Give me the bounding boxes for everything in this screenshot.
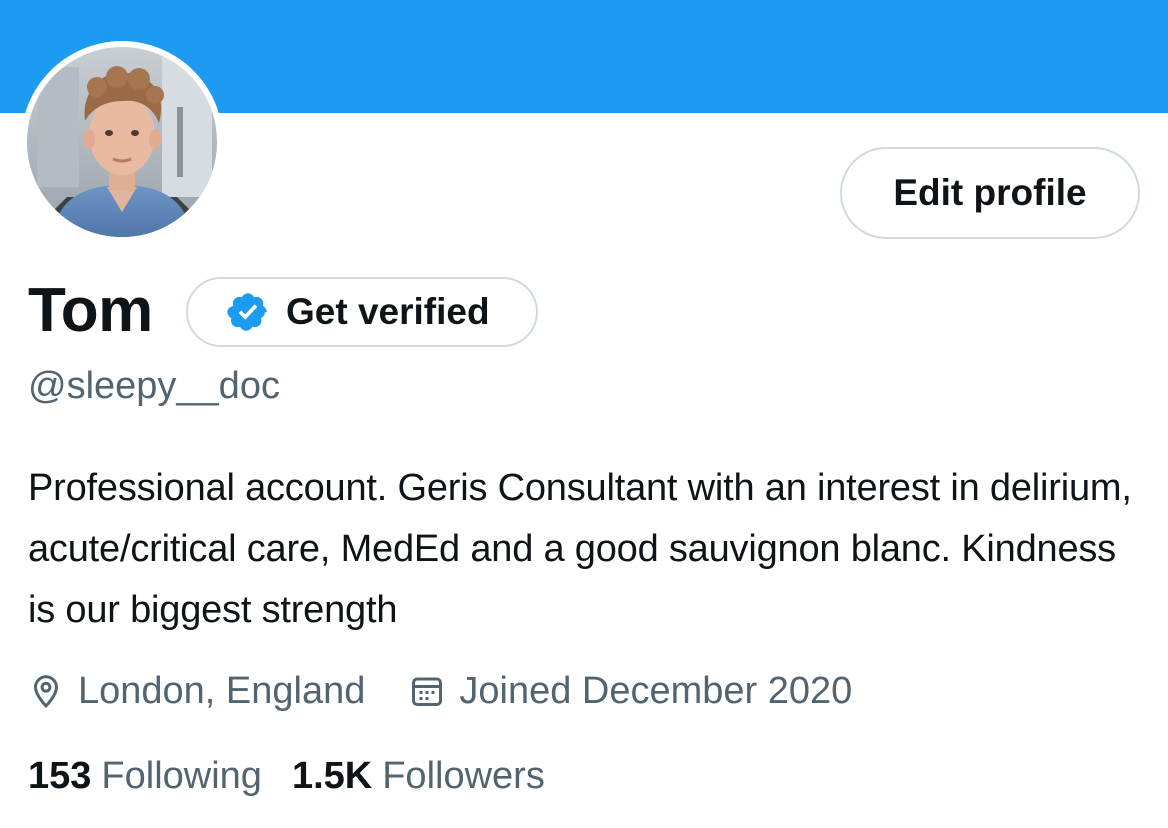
following-count: 153 <box>28 754 92 797</box>
get-verified-label: Get verified <box>286 291 490 332</box>
profile-stats: 153 Following 1.5K Followers <box>28 752 545 800</box>
display-name: Tom <box>28 276 153 345</box>
user-handle: @sleepy__doc <box>28 365 280 407</box>
following-label: Following <box>101 754 262 797</box>
verified-badge-icon <box>227 293 267 331</box>
followers-link[interactable]: 1.5K Followers <box>292 755 545 798</box>
joined-item: Joined December 2020 <box>409 670 852 713</box>
location-pin-icon <box>33 675 59 709</box>
followers-count: 1.5K <box>291 754 373 797</box>
followers-label: Followers <box>382 754 545 797</box>
get-verified-button[interactable]: Get verified <box>186 277 538 347</box>
joined-text: Joined December 2020 <box>459 669 853 712</box>
location-item: London, England <box>28 670 365 713</box>
edit-profile-button[interactable]: Edit profile <box>840 147 1140 239</box>
location-text: London, England <box>78 669 366 712</box>
profile-bio: Professional account. Geris Consultant w… <box>28 467 1132 631</box>
calendar-icon <box>412 677 443 706</box>
profile-photo <box>27 47 217 237</box>
profile-page: Edit profile Tom Get verified @sleepy__d… <box>0 0 1168 828</box>
profile-meta: London, England Joined December 2020 <box>28 666 852 716</box>
following-link[interactable]: 153 Following <box>28 755 262 798</box>
avatar[interactable] <box>27 47 217 237</box>
